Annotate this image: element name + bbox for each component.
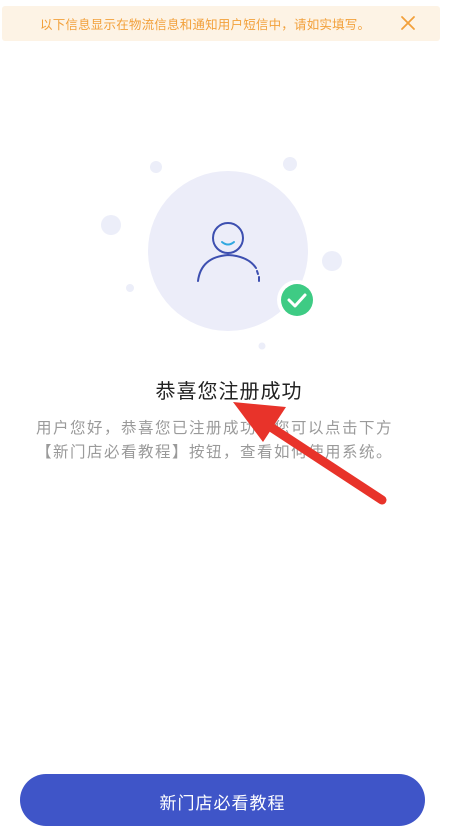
success-description: 用户您好，恭喜您已注册成功，您可以点击下方【新门店必看教程】按钮，查看如何使用系… (36, 419, 394, 461)
decor-bubble (258, 342, 266, 350)
tutorial-button[interactable]: 新门店必看教程 (20, 774, 425, 826)
decor-bubble (101, 215, 121, 235)
notice-text: 以下信息显示在物流信息和通知用户短信中，请如实填写。 (40, 17, 371, 32)
notice-banner: 以下信息显示在物流信息和通知用户短信中，请如实填写。 (2, 6, 440, 41)
page-title: 恭喜您注册成功 (155, 379, 303, 403)
decor-bubble (150, 161, 162, 173)
decor-bubble (126, 284, 134, 292)
check-circle-icon (277, 280, 317, 320)
success-illustration (0, 150, 458, 360)
close-icon[interactable] (400, 15, 416, 31)
decor-bubble (322, 251, 342, 271)
red-arrow-annotation (233, 402, 387, 505)
decor-bubble (283, 157, 297, 171)
